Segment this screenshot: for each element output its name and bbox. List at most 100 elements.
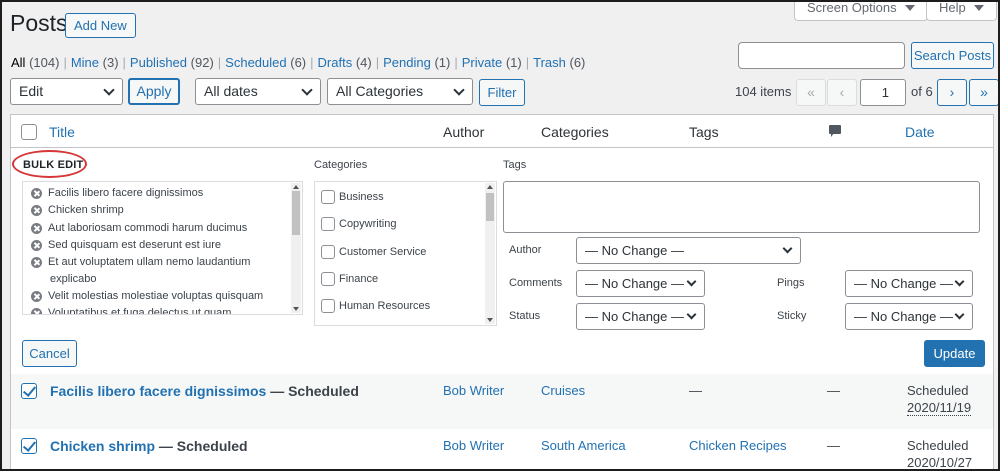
category-checkbox-item[interactable]: Copywriting bbox=[321, 217, 396, 231]
add-new-button[interactable]: Add New bbox=[65, 13, 136, 38]
view-drafts[interactable]: Drafts (4) bbox=[318, 55, 372, 70]
items-count: 104 items bbox=[735, 84, 792, 99]
cancel-button[interactable]: Cancel bbox=[22, 340, 77, 367]
caret-down-icon bbox=[904, 5, 915, 11]
categories-list-scrollbar[interactable] bbox=[485, 183, 495, 324]
category-checkbox-item[interactable]: Business bbox=[321, 190, 384, 204]
bulk-post-item[interactable]: Sed quisquam est deserunt est iure bbox=[31, 237, 221, 254]
remove-icon[interactable] bbox=[31, 205, 42, 216]
bulk-actions-value: Edit bbox=[19, 83, 44, 99]
author-link[interactable]: Bob Writer bbox=[443, 383, 504, 398]
tags-link[interactable]: Chicken Recipes bbox=[689, 438, 787, 453]
bulk-actions-select[interactable]: Edit bbox=[10, 78, 123, 105]
categories-filter-value: All Categories bbox=[336, 83, 424, 99]
update-button[interactable]: Update bbox=[924, 340, 985, 367]
post-title-link[interactable]: Facilis libero facere dignissimos bbox=[50, 383, 266, 399]
filter-button[interactable]: Filter bbox=[479, 79, 525, 106]
bulk-author-label: Author bbox=[509, 244, 542, 256]
post-state: — Scheduled bbox=[155, 438, 248, 454]
bulk-categories-list[interactable]: Business Copywriting Customer Service Fi… bbox=[314, 181, 497, 326]
search-posts-button[interactable]: Search Posts bbox=[911, 42, 994, 69]
bulk-post-item[interactable]: Et aut voluptatem ullam nemo laudantium bbox=[31, 254, 250, 271]
bulk-categories-label: Categories bbox=[314, 159, 368, 171]
bulk-author-select[interactable]: — No Change — bbox=[576, 237, 801, 264]
bulk-pings-select[interactable]: — No Change — bbox=[845, 270, 973, 297]
dates-filter-select[interactable]: All dates bbox=[195, 78, 321, 105]
column-date[interactable]: Date bbox=[905, 124, 935, 140]
bulk-post-item[interactable]: Aut laboriosam commodi harum ducimus bbox=[31, 220, 247, 237]
post-status-views: All (104) | Mine (3) | Published (92) | Schedu… bbox=[11, 55, 586, 70]
bulk-post-item[interactable]: Voluptatibus et fuga delectus ut quam bbox=[31, 305, 231, 314]
chevron-down-icon bbox=[686, 309, 697, 320]
category-link[interactable]: South America bbox=[541, 438, 626, 453]
bulk-tags-textarea[interactable] bbox=[503, 181, 980, 233]
author-link[interactable]: Bob Writer bbox=[443, 438, 504, 453]
category-checkbox[interactable] bbox=[321, 245, 335, 259]
category-checkbox[interactable] bbox=[321, 217, 335, 231]
column-title[interactable]: Title bbox=[49, 124, 75, 140]
select-all-checkbox[interactable] bbox=[21, 124, 37, 140]
category-checkbox-item[interactable]: Customer Service bbox=[321, 245, 426, 259]
date-value: 2020/10/27 bbox=[907, 455, 973, 470]
bulk-post-item[interactable]: Velit molestias molestiae voluptas quisq… bbox=[31, 288, 263, 305]
bulk-posts-list[interactable]: Facilis libero facere dignissimos Chicke… bbox=[22, 181, 303, 315]
comments-cell: — bbox=[827, 383, 840, 398]
category-checkbox[interactable] bbox=[321, 299, 335, 313]
last-page-button[interactable]: » bbox=[969, 79, 998, 106]
remove-icon[interactable] bbox=[31, 223, 42, 234]
category-checkbox-item[interactable]: Human Resources bbox=[321, 299, 430, 313]
view-trash[interactable]: Trash (6) bbox=[533, 55, 585, 70]
bulk-author-value: — No Change — bbox=[585, 243, 684, 258]
screen-frame: Screen Options Help Posts Add New All (1… bbox=[0, 0, 1000, 471]
row-checkbox[interactable] bbox=[21, 438, 37, 454]
view-scheduled[interactable]: Scheduled (6) bbox=[225, 55, 306, 70]
next-page-button[interactable]: › bbox=[937, 79, 967, 106]
bulk-tags-label: Tags bbox=[503, 159, 527, 171]
bulk-sticky-label: Sticky bbox=[777, 310, 807, 322]
bulk-status-value: — No Change — bbox=[585, 309, 684, 324]
caret-down-icon bbox=[973, 5, 984, 11]
post-title-link[interactable]: Chicken shrimp bbox=[50, 438, 155, 454]
post-title-cell: Chicken shrimp — Scheduled bbox=[50, 438, 248, 454]
view-pending[interactable]: Pending (1) bbox=[383, 55, 450, 70]
remove-icon[interactable] bbox=[31, 240, 42, 251]
first-page-button[interactable]: « bbox=[796, 79, 826, 106]
bulk-sticky-value: — No Change — bbox=[854, 309, 953, 324]
bulk-pings-value: — No Change — bbox=[854, 276, 953, 291]
view-mine[interactable]: Mine (3) bbox=[71, 55, 119, 70]
bulk-post-item[interactable]: Chicken shrimp bbox=[31, 202, 124, 219]
bulk-post-item[interactable]: Facilis libero facere dignissimos bbox=[31, 185, 203, 202]
search-input[interactable] bbox=[738, 42, 905, 69]
page-title: Posts bbox=[10, 10, 68, 36]
remove-icon[interactable] bbox=[31, 257, 42, 268]
category-checkbox-item[interactable]: Finance bbox=[321, 272, 378, 286]
category-checkbox[interactable] bbox=[321, 272, 335, 286]
bulk-status-select[interactable]: — No Change — bbox=[576, 303, 705, 330]
category-checkbox[interactable] bbox=[321, 190, 335, 204]
categories-filter-select[interactable]: All Categories bbox=[327, 78, 473, 105]
remove-icon[interactable] bbox=[31, 308, 42, 314]
chevron-down-icon bbox=[954, 276, 965, 287]
prev-page-button[interactable]: ‹ bbox=[827, 79, 857, 106]
view-private[interactable]: Private (1) bbox=[462, 55, 522, 70]
post-title-cell: Facilis libero facere dignissimos — Sche… bbox=[50, 383, 359, 399]
help-tab[interactable]: Help bbox=[926, 2, 997, 21]
view-published[interactable]: Published (92) bbox=[130, 55, 214, 70]
remove-icon[interactable] bbox=[31, 188, 42, 199]
posts-list-scrollbar[interactable] bbox=[291, 183, 301, 313]
bulk-comments-label: Comments bbox=[509, 277, 563, 289]
remove-icon[interactable] bbox=[31, 291, 42, 302]
view-all[interactable]: All (104) bbox=[11, 55, 59, 70]
chevron-down-icon bbox=[686, 276, 697, 287]
bulk-comments-select[interactable]: — No Change — bbox=[576, 270, 705, 297]
column-tags: Tags bbox=[689, 124, 719, 140]
row-checkbox[interactable] bbox=[21, 383, 37, 399]
dates-filter-value: All dates bbox=[204, 83, 258, 99]
category-link[interactable]: Cruises bbox=[541, 383, 585, 398]
apply-button[interactable]: Apply bbox=[128, 78, 180, 105]
screen-options-tab[interactable]: Screen Options bbox=[794, 2, 928, 21]
bulk-status-label: Status bbox=[509, 310, 541, 322]
post-state: — Scheduled bbox=[266, 383, 359, 399]
bulk-sticky-select[interactable]: — No Change — bbox=[845, 303, 973, 330]
current-page-input[interactable]: 1 bbox=[860, 79, 906, 106]
